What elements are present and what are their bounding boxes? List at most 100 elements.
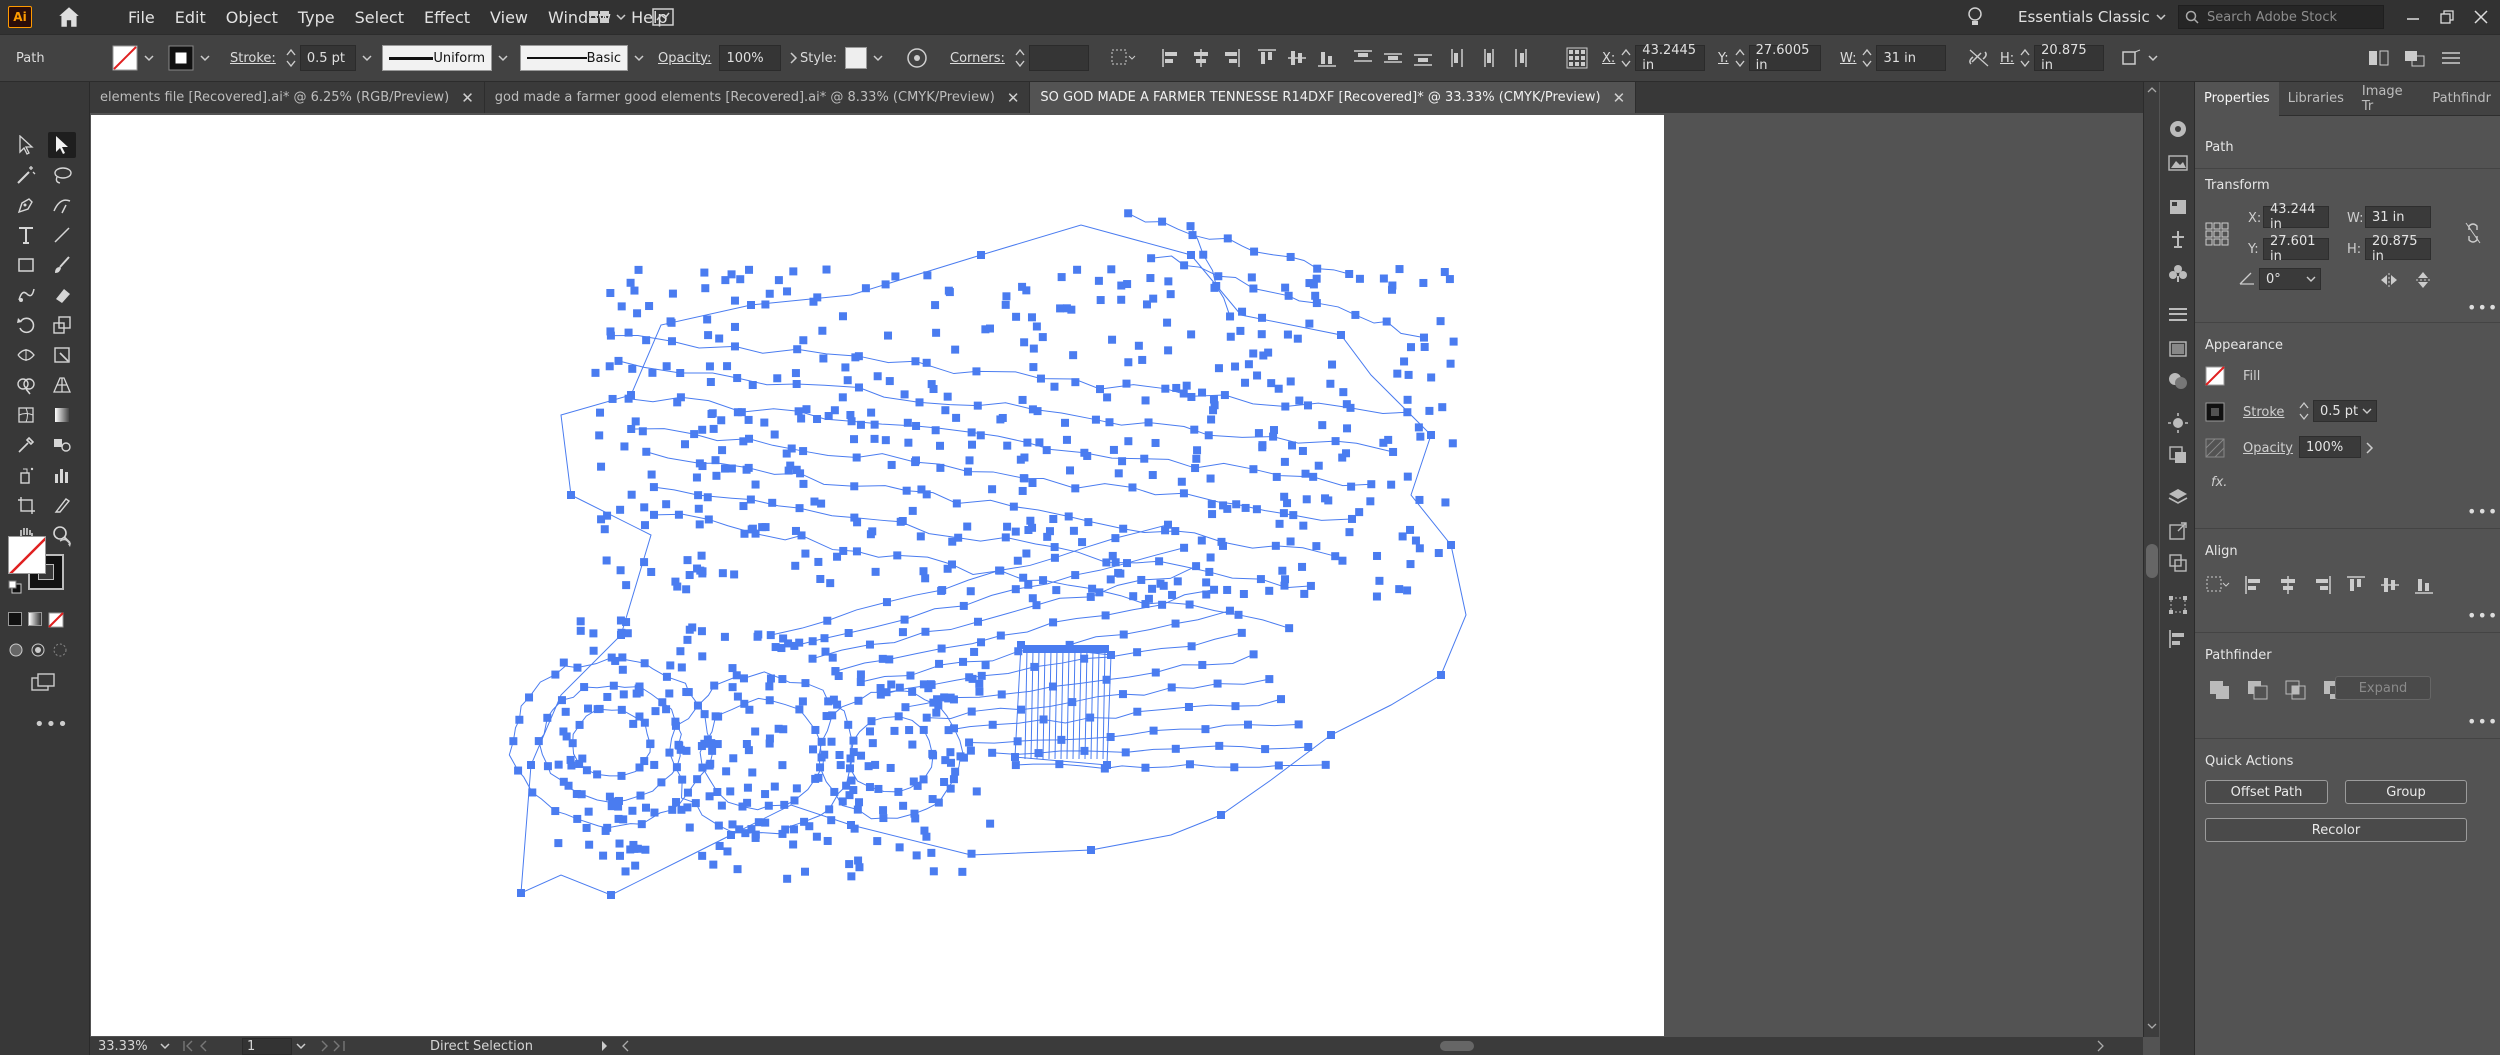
anchor-point[interactable] — [617, 705, 626, 714]
anchor-point[interactable] — [1395, 585, 1404, 594]
expand-button[interactable]: Expand — [2335, 676, 2431, 700]
anchor-point[interactable] — [929, 385, 938, 394]
anchor-point[interactable] — [1062, 435, 1071, 444]
anchor-point[interactable] — [944, 286, 953, 295]
anchor-point[interactable] — [515, 715, 524, 724]
anchor-point[interactable] — [617, 771, 626, 780]
anchor-point[interactable] — [640, 558, 649, 567]
anchor-point[interactable] — [901, 703, 910, 712]
anchor-point[interactable] — [1182, 381, 1191, 390]
stroke-label[interactable]: Stroke — [2243, 405, 2284, 420]
anchor-point[interactable] — [1342, 449, 1351, 458]
anchor-point[interactable] — [580, 683, 589, 692]
anchor-point[interactable] — [1096, 296, 1105, 305]
anchor-point[interactable] — [830, 787, 839, 796]
anchor-point[interactable] — [584, 704, 593, 713]
path-segment[interactable] — [1048, 648, 1052, 760]
anchor-point[interactable] — [813, 415, 822, 424]
anchor-point[interactable] — [935, 659, 944, 668]
anchor-point[interactable] — [1398, 532, 1407, 541]
anchor-point[interactable] — [1163, 318, 1172, 327]
anchor-point[interactable] — [1234, 610, 1243, 619]
anchor-point[interactable] — [795, 504, 804, 513]
anchor-point[interactable] — [963, 522, 972, 531]
anchor-point[interactable] — [703, 493, 712, 502]
anchor-point[interactable] — [649, 483, 658, 492]
anchor-point[interactable] — [823, 836, 832, 845]
anchor-point[interactable] — [616, 566, 625, 575]
anchor-point[interactable] — [1309, 280, 1318, 289]
pen-tool[interactable] — [12, 192, 40, 218]
anchor-point[interactable] — [786, 461, 795, 470]
anchor-point[interactable] — [1109, 445, 1118, 454]
anchor-point[interactable] — [1298, 446, 1307, 455]
menu-type[interactable]: Type — [290, 8, 347, 27]
anchor-point[interactable] — [870, 434, 879, 443]
anchor-point[interactable] — [551, 807, 560, 816]
path-segment[interactable] — [1078, 648, 1082, 760]
anchor-point[interactable] — [1311, 291, 1320, 300]
anchor-point[interactable] — [1011, 753, 1019, 761]
anchor-point[interactable] — [1241, 503, 1250, 512]
artboard-next-icons[interactable] — [320, 1040, 370, 1052]
anchor-point[interactable] — [628, 806, 637, 815]
anchor-point[interactable] — [514, 766, 523, 775]
menu-file[interactable]: File — [120, 8, 167, 27]
path-segment[interactable] — [1084, 648, 1088, 760]
close-tab-icon[interactable]: ✕ — [1613, 89, 1626, 107]
anchor-point[interactable] — [682, 688, 691, 697]
anchor-point[interactable] — [1231, 702, 1240, 711]
anchor-point[interactable] — [944, 694, 953, 703]
anchor-point[interactable] — [827, 737, 836, 746]
anchor-point[interactable] — [685, 625, 694, 634]
anchor-point[interactable] — [1158, 600, 1167, 609]
anchor-point[interactable] — [792, 784, 801, 793]
opacity-input[interactable]: 100% — [2299, 436, 2361, 458]
align-to-selection-button[interactable] — [1110, 35, 1136, 81]
anchor-point[interactable] — [1173, 577, 1182, 586]
anchor-point[interactable] — [606, 289, 615, 298]
anchor-point[interactable] — [743, 783, 752, 792]
anchor-point[interactable] — [1351, 310, 1360, 319]
anchor-point[interactable] — [593, 770, 602, 779]
anchor-point[interactable] — [650, 760, 659, 769]
anchor-point[interactable] — [1355, 274, 1364, 283]
anchor-point[interactable] — [845, 791, 854, 800]
type-tool[interactable] — [12, 222, 40, 248]
anchor-point[interactable] — [1256, 575, 1265, 584]
anchor-point[interactable] — [1187, 330, 1196, 339]
anchor-point[interactable] — [618, 665, 627, 674]
artboard[interactable] — [91, 115, 1664, 1036]
anchor-point[interactable] — [566, 755, 575, 764]
intersect-icon[interactable] — [2285, 680, 2307, 700]
anchor-point[interactable] — [1288, 441, 1297, 450]
transform-h-input[interactable]: 20.875 in — [2365, 234, 2431, 264]
align-left-icon[interactable] — [1160, 47, 1182, 69]
anchor-point[interactable] — [1406, 343, 1415, 352]
anchor-point[interactable] — [1190, 425, 1199, 434]
anchor-point[interactable] — [1062, 304, 1071, 313]
anchor-point[interactable] — [814, 773, 823, 782]
anchor-point[interactable] — [668, 805, 677, 814]
anchor-point[interactable] — [715, 841, 724, 850]
anchor-point[interactable] — [917, 485, 926, 494]
anchor-point[interactable] — [728, 664, 737, 673]
anchor-point[interactable] — [881, 436, 890, 445]
anchor-point[interactable] — [977, 671, 986, 680]
width-tool[interactable] — [12, 342, 40, 368]
anchor-point[interactable] — [922, 713, 931, 722]
anchor-point[interactable] — [1187, 392, 1196, 401]
anchor-point[interactable] — [805, 822, 814, 831]
anchor-point[interactable] — [599, 851, 608, 860]
anchor-point[interactable] — [703, 315, 712, 324]
magic-wand-tool[interactable] — [12, 162, 40, 188]
symbols-icon[interactable] — [2167, 262, 2189, 284]
anchor-point[interactable] — [1295, 396, 1304, 405]
align-bottom-icon[interactable] — [1316, 47, 1338, 69]
anchor-point[interactable] — [1299, 521, 1308, 530]
anchor-point[interactable] — [1331, 552, 1340, 561]
anchor-point[interactable] — [624, 328, 633, 337]
anchor-point[interactable] — [714, 712, 723, 721]
recolor-button[interactable]: Recolor — [2205, 818, 2467, 842]
anchor-point[interactable] — [1080, 746, 1089, 755]
